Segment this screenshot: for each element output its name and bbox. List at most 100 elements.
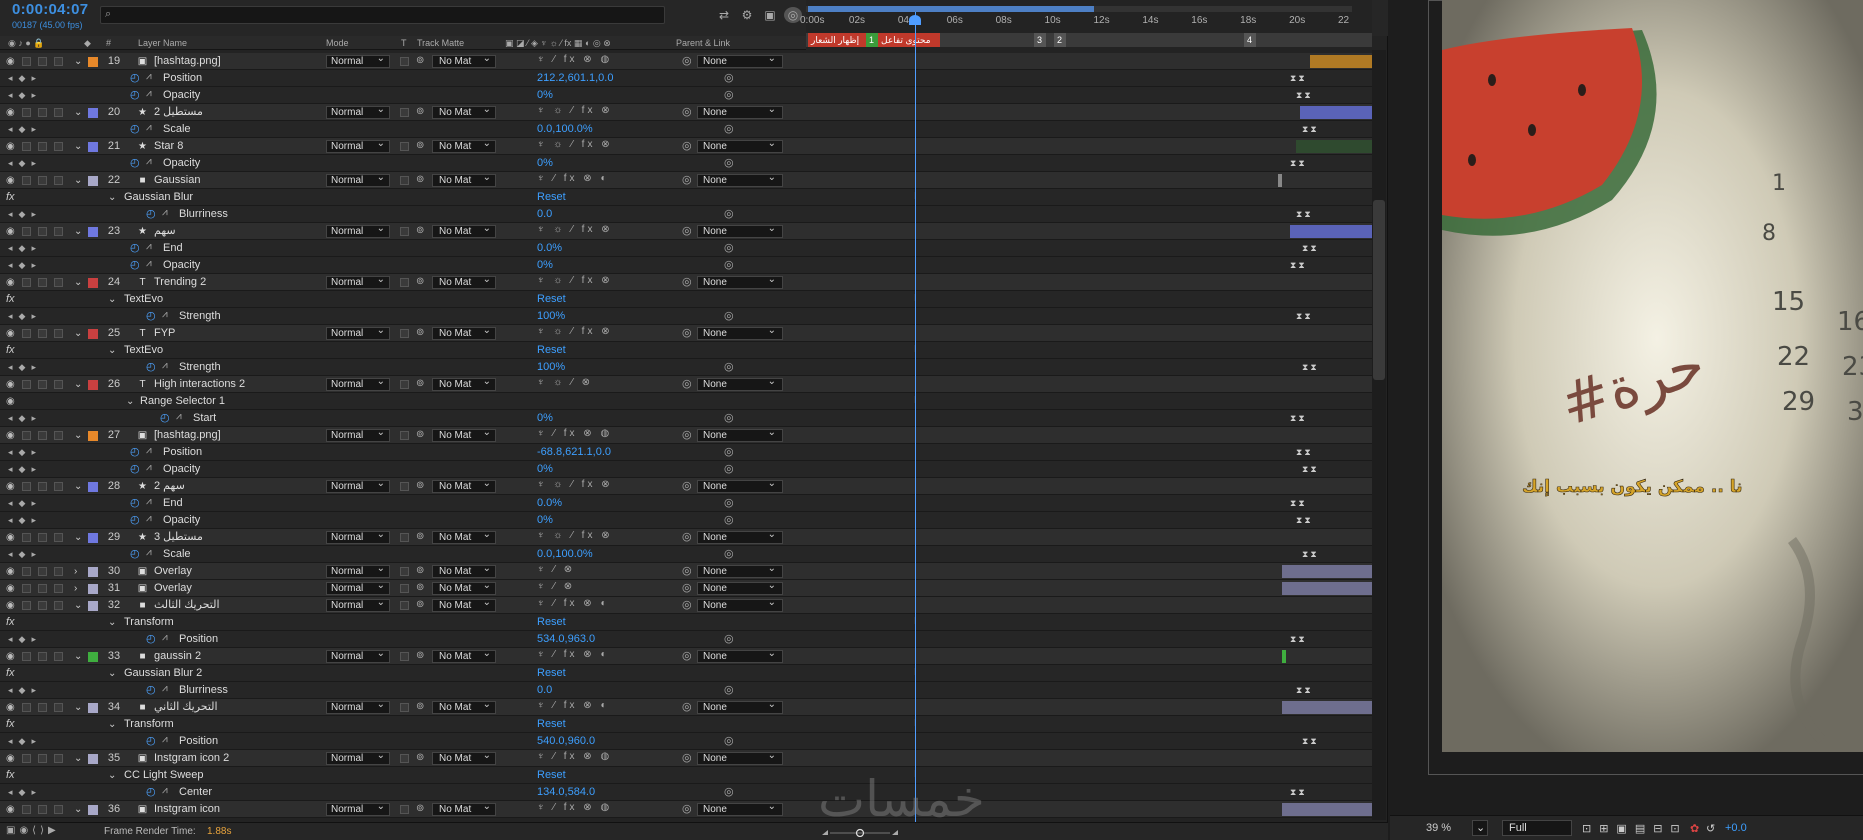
preserve-transparency-icon[interactable]: ⊚ bbox=[416, 650, 424, 661]
keyframe-navigator-icons[interactable]: ◂◆▸ bbox=[8, 70, 42, 87]
preserve-transparency-icon[interactable]: ⊚ bbox=[416, 701, 424, 712]
label-color-swatch[interactable] bbox=[88, 278, 98, 288]
preserve-transparency-icon[interactable]: ⊚ bbox=[416, 174, 424, 185]
label-color-swatch[interactable] bbox=[88, 584, 98, 594]
graph-toggle-icon[interactable]: ⩘ bbox=[176, 411, 182, 422]
twirl-down-icon[interactable]: ⌄ bbox=[74, 172, 82, 189]
effect-name[interactable]: TextEvo bbox=[124, 342, 163, 359]
property-row[interactable]: ◂◆▸ ◴ ⩘ Center 134.0,584.0 ◎ ⧗⧗ bbox=[0, 784, 1372, 801]
layer-name[interactable]: التحريك الثالث bbox=[154, 597, 220, 614]
property-value[interactable]: 0.0 bbox=[537, 206, 552, 223]
stopwatch-icon[interactable]: ◴ bbox=[130, 445, 140, 458]
parent-pickwhip-icon[interactable]: ◎ bbox=[682, 326, 692, 339]
effect-name[interactable]: Transform bbox=[124, 716, 174, 733]
lock-toggle[interactable] bbox=[54, 176, 63, 185]
visibility-eye-icon[interactable]: ◉ bbox=[6, 427, 15, 444]
effect-row[interactable]: fx⌄Gaussian Blur 2ResetI bbox=[0, 665, 1372, 682]
property-value[interactable]: 100% bbox=[537, 308, 565, 325]
stopwatch-icon[interactable]: ◴ bbox=[130, 122, 140, 135]
expression-pickwhip-icon[interactable]: ◎ bbox=[724, 156, 734, 169]
blend-mode-dropdown[interactable]: Normal bbox=[326, 648, 390, 663]
t-toggle[interactable] bbox=[400, 278, 409, 287]
audio-toggle[interactable] bbox=[22, 805, 31, 814]
solo-toggle[interactable] bbox=[38, 278, 47, 287]
label-color-swatch[interactable] bbox=[88, 57, 98, 67]
layer-duration-bar[interactable] bbox=[1282, 701, 1372, 714]
effect-name[interactable]: TextEvo bbox=[124, 291, 163, 308]
layer-duration-bar[interactable] bbox=[1300, 106, 1372, 119]
visibility-eye-icon[interactable]: ◉ bbox=[6, 138, 15, 155]
layer-name[interactable]: سهم 2 bbox=[154, 478, 185, 495]
graph-toggle-icon[interactable]: ⩘ bbox=[162, 683, 168, 694]
parent-dropdown[interactable]: None bbox=[697, 563, 783, 578]
lock-toggle[interactable] bbox=[54, 805, 63, 814]
layer-switches-icons[interactable]: ♆ ⁄ fx ⊗ ◐ bbox=[537, 173, 609, 184]
layer-name[interactable]: مستطيل 2 bbox=[154, 104, 203, 121]
composition-marker[interactable]: 1 bbox=[866, 33, 878, 47]
effect-reset-link[interactable]: Reset bbox=[537, 342, 566, 359]
visibility-eye-icon[interactable]: ◉ bbox=[6, 325, 15, 342]
effect-row[interactable]: fx⌄TextEvoResetI bbox=[0, 342, 1372, 359]
keyframe-marker-icon[interactable]: ⧗⧗ bbox=[1296, 515, 1313, 526]
current-timecode[interactable]: 0:00:04:07 bbox=[12, 1, 88, 18]
label-color-swatch[interactable] bbox=[88, 703, 98, 713]
track-matte-dropdown[interactable]: No Mat bbox=[432, 648, 496, 663]
visibility-eye-icon[interactable]: ◉ bbox=[6, 563, 15, 580]
layer-row[interactable]: ◉ › 31 ▣ Overlay Normal ⊚ No Mat ♆ ⁄ ⊗ ◎ None bbox=[0, 580, 1372, 597]
effect-name[interactable]: Gaussian Blur 2 bbox=[124, 665, 202, 682]
zoom-dropdown-chevron-icon[interactable]: ⌄ bbox=[1472, 820, 1488, 836]
expression-pickwhip-icon[interactable]: ◎ bbox=[724, 683, 734, 696]
expression-pickwhip-icon[interactable]: ◎ bbox=[724, 88, 734, 101]
lock-toggle[interactable] bbox=[54, 482, 63, 491]
label-color-swatch[interactable] bbox=[88, 329, 98, 339]
blend-mode-dropdown[interactable]: Normal bbox=[326, 563, 390, 578]
parent-dropdown[interactable]: None bbox=[697, 104, 783, 119]
keyframe-navigator-icons[interactable]: ◂◆▸ bbox=[8, 682, 42, 699]
layer-search-input[interactable]: ⌕ bbox=[100, 6, 665, 24]
current-time-indicator[interactable] bbox=[915, 12, 916, 828]
parent-dropdown[interactable]: None bbox=[697, 699, 783, 714]
label-color-swatch[interactable] bbox=[88, 754, 98, 764]
lock-toggle[interactable] bbox=[54, 227, 63, 236]
blend-mode-dropdown[interactable]: Normal bbox=[326, 427, 390, 442]
layer-name[interactable]: Instgram icon 2 bbox=[154, 750, 229, 767]
stopwatch-icon[interactable]: ◴ bbox=[146, 207, 156, 220]
audio-toggle[interactable] bbox=[22, 380, 31, 389]
expression-pickwhip-icon[interactable]: ◎ bbox=[724, 258, 734, 271]
graph-toggle-icon[interactable]: ⩘ bbox=[146, 71, 152, 82]
preserve-transparency-icon[interactable]: ⊚ bbox=[416, 531, 424, 542]
expression-pickwhip-icon[interactable]: ◎ bbox=[724, 462, 734, 475]
property-row[interactable]: ◂◆▸ ◴ ⩘ Blurriness 0.0 ◎ ⧗⧗ bbox=[0, 682, 1372, 699]
effect-row[interactable]: fx⌄Gaussian BlurResetI bbox=[0, 189, 1372, 206]
audio-toggle[interactable] bbox=[22, 142, 31, 151]
blend-mode-dropdown[interactable]: Normal bbox=[326, 801, 390, 816]
keyframe-navigator-icons[interactable]: ◂◆▸ bbox=[8, 257, 42, 274]
viewer-toggle-icons[interactable]: ⊡⊞▣▤⊟⊡ bbox=[1582, 822, 1688, 835]
timeline-scrollbar[interactable] bbox=[1372, 50, 1386, 820]
layer-name[interactable]: Star 8 bbox=[154, 138, 183, 155]
viewer-zoom-value[interactable]: 39 % bbox=[1426, 822, 1451, 834]
visibility-eye-icon[interactable]: ◉ bbox=[6, 699, 15, 716]
property-value[interactable]: 0% bbox=[537, 461, 553, 478]
property-value[interactable]: 0% bbox=[537, 512, 553, 529]
solo-toggle[interactable] bbox=[38, 754, 47, 763]
parent-pickwhip-icon[interactable]: ◎ bbox=[682, 802, 692, 815]
composition-viewer[interactable]: 8 15 22 29 16 23 30 1 #حرة نا .. ممكن يك… bbox=[1390, 0, 1863, 815]
property-value[interactable]: 0% bbox=[537, 87, 553, 104]
graph-toggle-icon[interactable]: ⩘ bbox=[146, 547, 152, 558]
parent-dropdown[interactable]: None bbox=[697, 427, 783, 442]
parent-dropdown[interactable]: None bbox=[697, 580, 783, 595]
stopwatch-icon[interactable]: ◴ bbox=[130, 71, 140, 84]
property-row[interactable]: ◂◆▸ ◴ ⩘ Opacity 0% ◎ ⧗⧗ bbox=[0, 87, 1372, 104]
layer-switches-icons[interactable]: ♆ ☼ ⁄ fx ⊗ bbox=[537, 479, 613, 490]
lock-toggle[interactable] bbox=[54, 278, 63, 287]
effect-row[interactable]: fx⌄TransformResetI bbox=[0, 716, 1372, 733]
lock-toggle[interactable] bbox=[54, 533, 63, 542]
track-matte-dropdown[interactable]: No Mat bbox=[432, 172, 496, 187]
solo-toggle[interactable] bbox=[38, 57, 47, 66]
twirl-down-icon[interactable]: ⌄ bbox=[108, 665, 116, 682]
property-row[interactable]: ◂◆▸ ◴ ⩘ Position 534.0,963.0 ◎ ⧗⧗ bbox=[0, 631, 1372, 648]
parent-dropdown[interactable]: None bbox=[697, 223, 783, 238]
expression-pickwhip-icon[interactable]: ◎ bbox=[724, 785, 734, 798]
layer-switches-icons[interactable]: ♆ ⁄ fx ⊗ ◐ bbox=[537, 649, 609, 660]
